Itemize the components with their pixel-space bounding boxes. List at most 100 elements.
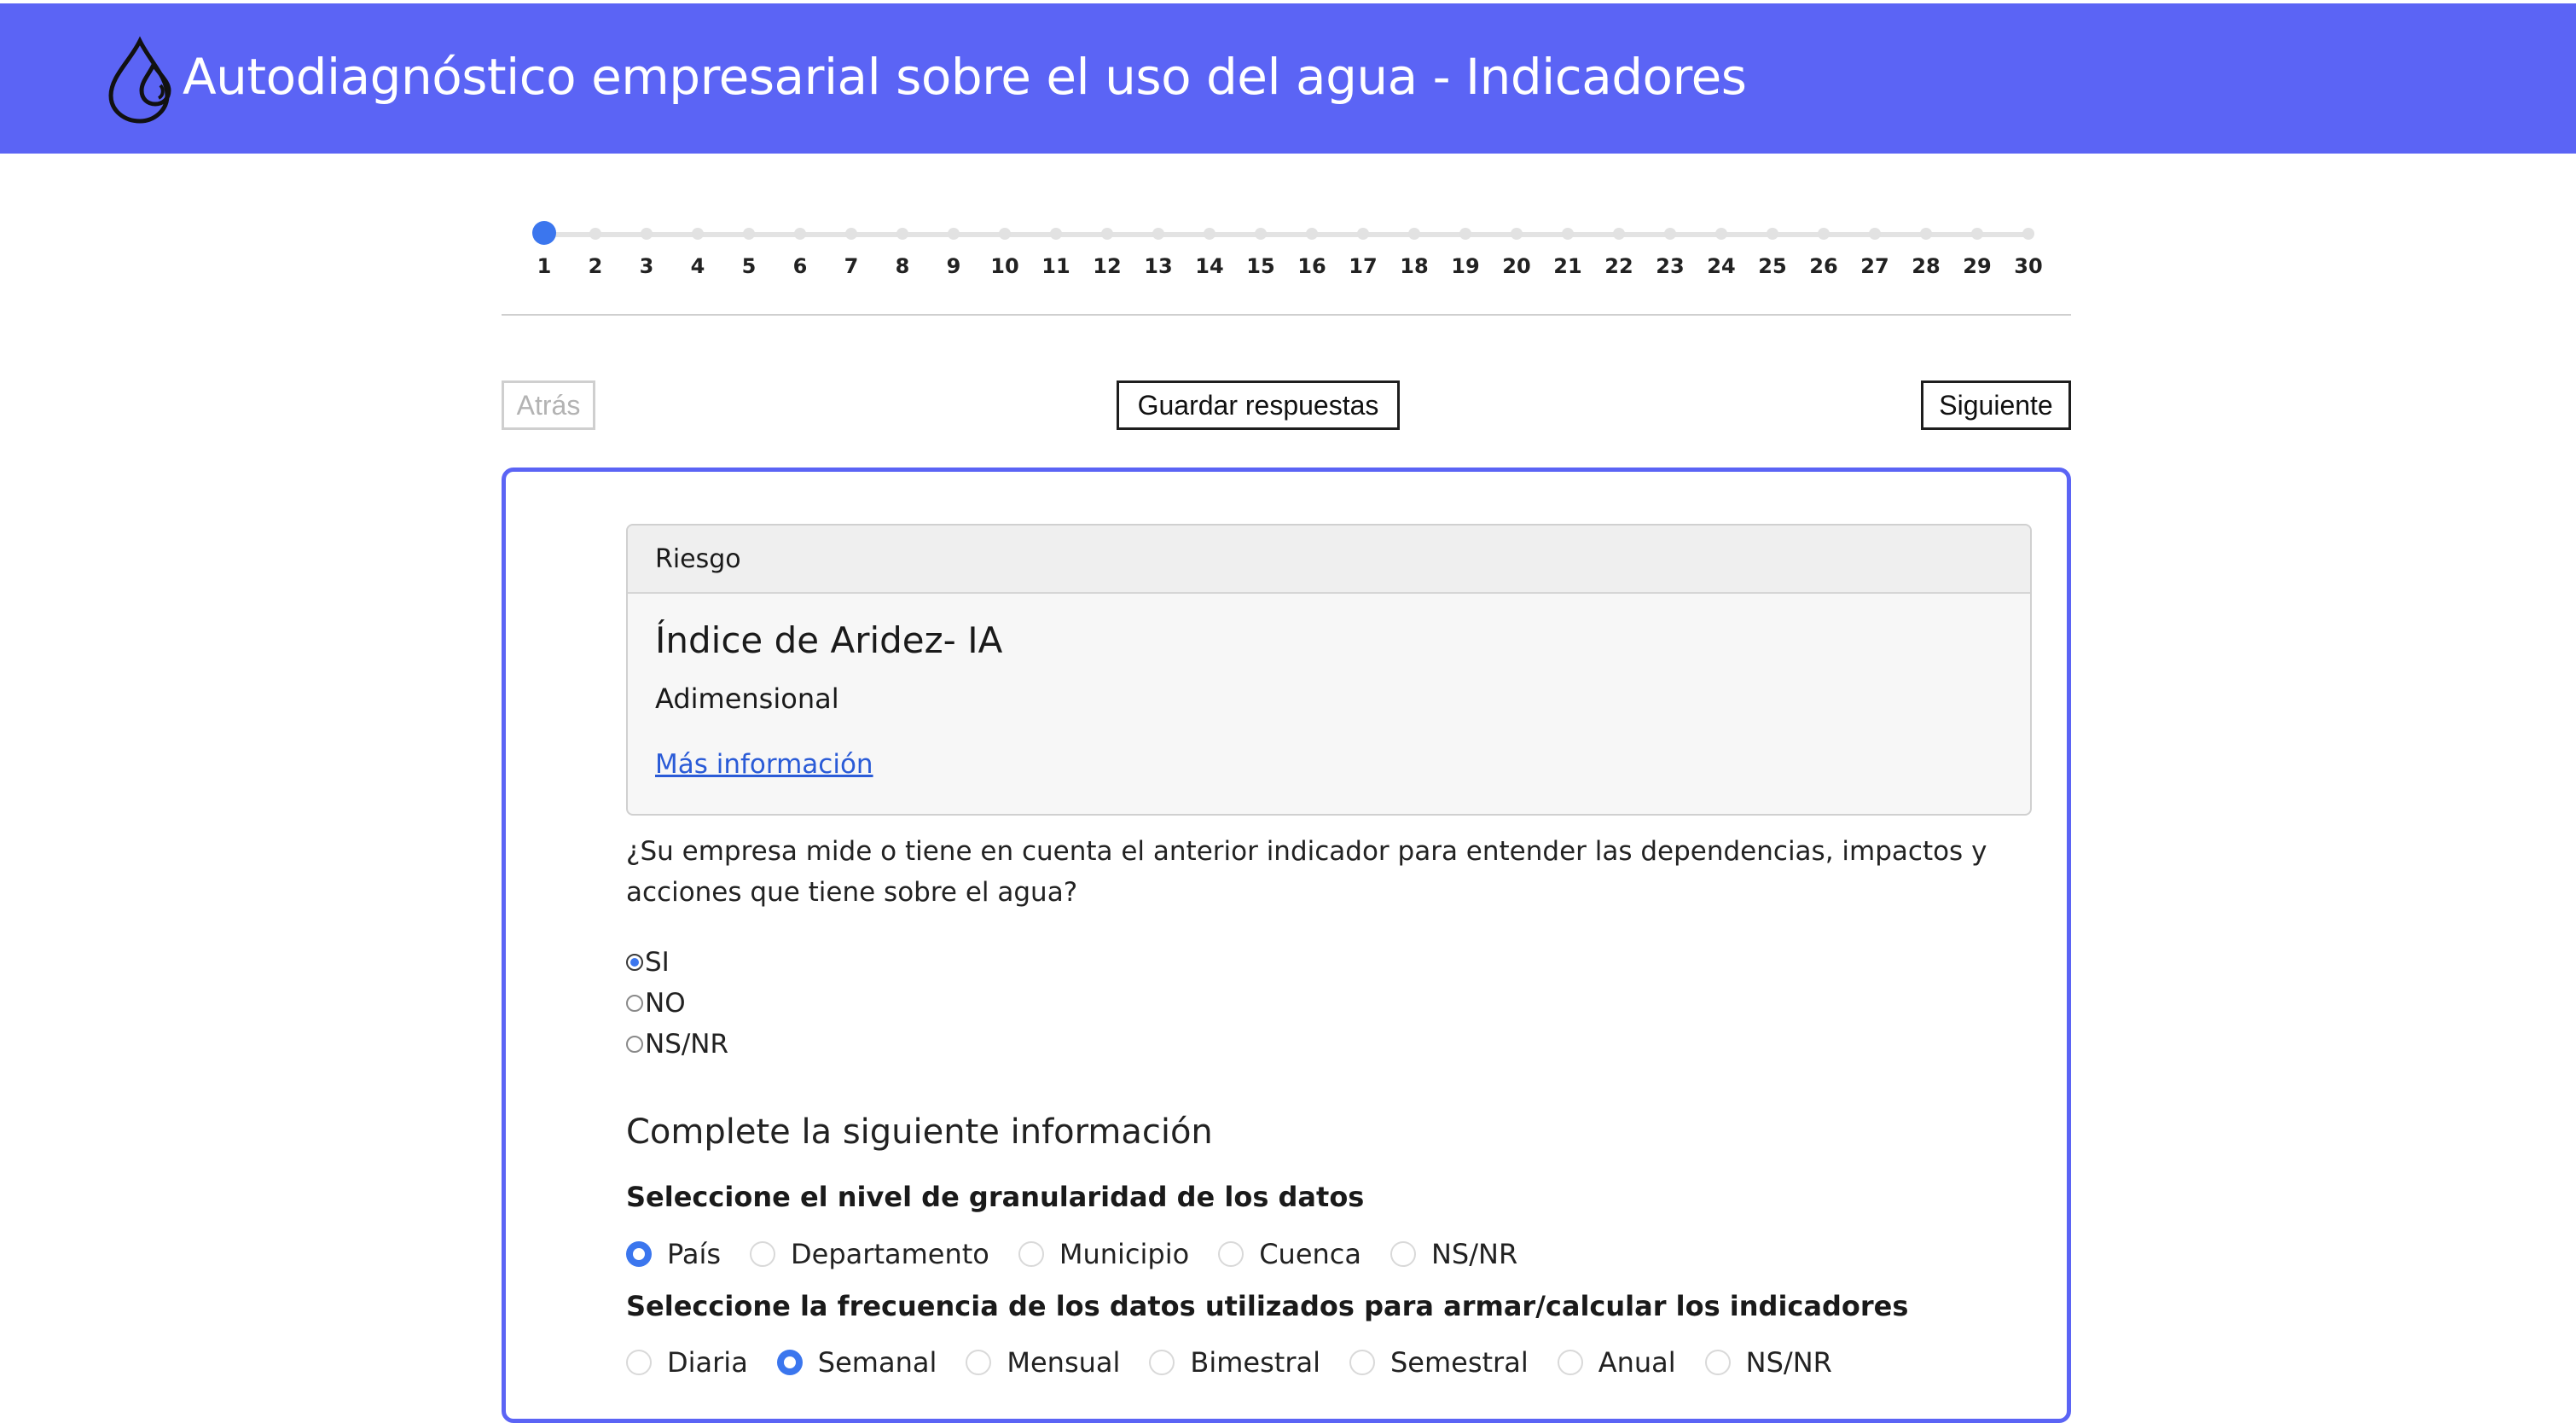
step-dot-27[interactable] xyxy=(1869,228,1881,240)
frequency-label-semestral: Semestral xyxy=(1390,1346,1529,1379)
step-dot-1[interactable] xyxy=(532,221,556,245)
frequency-radio-ns-nr[interactable] xyxy=(1704,1350,1731,1375)
frequency-radio-semestral[interactable] xyxy=(1349,1350,1375,1375)
step-dot-17[interactable] xyxy=(1357,228,1369,240)
step-number-13[interactable]: 13 xyxy=(1144,254,1172,278)
step-number-18[interactable]: 18 xyxy=(1400,254,1428,278)
frequency-option-bimestral[interactable]: Bimestral xyxy=(1149,1346,1320,1379)
frequency-option-anual[interactable]: Anual xyxy=(1557,1346,1676,1379)
step-dot-12[interactable] xyxy=(1101,228,1113,240)
frequency-radio-anual[interactable] xyxy=(1557,1350,1583,1375)
radio-no[interactable] xyxy=(626,995,643,1012)
step-dot-24[interactable] xyxy=(1715,228,1727,240)
step-number-2[interactable]: 2 xyxy=(589,254,603,278)
step-dot-25[interactable] xyxy=(1767,228,1778,240)
step-dot-30[interactable] xyxy=(2022,228,2034,240)
step-number-12[interactable]: 12 xyxy=(1093,254,1121,278)
radio-si[interactable] xyxy=(626,954,643,971)
frequency-radio-semanal[interactable] xyxy=(776,1350,803,1375)
step-dot-16[interactable] xyxy=(1306,228,1318,240)
option-si[interactable]: SI xyxy=(626,947,670,978)
step-number-10[interactable]: 10 xyxy=(990,254,1018,278)
next-button[interactable]: Siguiente xyxy=(1921,380,2071,430)
step-number-15[interactable]: 15 xyxy=(1246,254,1274,278)
option-no[interactable]: NO xyxy=(626,988,686,1019)
frequency-option-semanal[interactable]: Semanal xyxy=(776,1346,937,1379)
option-nsnr-label: NS/NR xyxy=(645,1029,729,1060)
step-dot-9[interactable] xyxy=(948,228,960,240)
step-number-8[interactable]: 8 xyxy=(896,254,910,278)
step-number-5[interactable]: 5 xyxy=(742,254,757,278)
step-dot-19[interactable] xyxy=(1459,228,1471,240)
frequency-option-ns-nr[interactable]: NS/NR xyxy=(1704,1346,1832,1379)
step-dot-6[interactable] xyxy=(794,228,806,240)
granularity-option-ns-nr[interactable]: NS/NR xyxy=(1390,1238,1517,1270)
radio-nsnr[interactable] xyxy=(626,1036,643,1053)
step-dot-21[interactable] xyxy=(1562,228,1574,240)
step-number-19[interactable]: 19 xyxy=(1451,254,1479,278)
step-dot-2[interactable] xyxy=(589,228,601,240)
indicator-card: Riesgo Índice de Aridez- IA Adimensional… xyxy=(626,524,2032,816)
step-number-6[interactable]: 6 xyxy=(793,254,808,278)
step-number-22[interactable]: 22 xyxy=(1604,254,1633,278)
step-dot-26[interactable] xyxy=(1818,228,1830,240)
frequency-option-diaria[interactable]: Diaria xyxy=(626,1346,748,1379)
step-dot-29[interactable] xyxy=(1971,228,1983,240)
step-dot-3[interactable] xyxy=(641,228,653,240)
frequency-radio-bimestral[interactable] xyxy=(1149,1350,1175,1375)
step-number-21[interactable]: 21 xyxy=(1553,254,1581,278)
step-dot-13[interactable] xyxy=(1152,228,1164,240)
more-info-link[interactable]: Más información xyxy=(655,749,873,780)
step-number-28[interactable]: 28 xyxy=(1912,254,1940,278)
step-number-29[interactable]: 29 xyxy=(1963,254,1991,278)
water-drops-icon xyxy=(108,36,171,124)
frequency-option-semestral[interactable]: Semestral xyxy=(1349,1346,1529,1379)
step-dot-18[interactable] xyxy=(1408,228,1420,240)
step-dot-11[interactable] xyxy=(1050,228,1062,240)
back-button[interactable]: Atrás xyxy=(502,380,595,430)
granularity-label: Seleccione el nivel de granularidad de l… xyxy=(626,1181,1365,1213)
granularity-radio-pais[interactable] xyxy=(626,1241,652,1267)
step-number-4[interactable]: 4 xyxy=(691,254,705,278)
frequency-radio-mensual[interactable] xyxy=(966,1350,992,1375)
step-number-26[interactable]: 26 xyxy=(1809,254,1837,278)
step-number-30[interactable]: 30 xyxy=(2014,254,2042,278)
step-number-17[interactable]: 17 xyxy=(1349,254,1377,278)
frequency-label-bimestral: Bimestral xyxy=(1190,1346,1320,1379)
save-answers-button[interactable]: Guardar respuestas xyxy=(1117,380,1400,430)
step-number-25[interactable]: 25 xyxy=(1758,254,1786,278)
step-dot-4[interactable] xyxy=(692,228,704,240)
step-dot-15[interactable] xyxy=(1255,228,1267,240)
granularity-radio-municipio[interactable] xyxy=(1018,1241,1044,1267)
step-dot-22[interactable] xyxy=(1613,228,1625,240)
granularity-option-departamento[interactable]: Departamento xyxy=(750,1238,989,1270)
granularity-radio-cuenca[interactable] xyxy=(1218,1241,1244,1267)
step-dot-5[interactable] xyxy=(743,228,755,240)
step-number-9[interactable]: 9 xyxy=(947,254,961,278)
granularity-option-cuenca[interactable]: Cuenca xyxy=(1218,1238,1361,1270)
option-nsnr[interactable]: NS/NR xyxy=(626,1029,728,1060)
step-dot-10[interactable] xyxy=(999,228,1011,240)
step-number-11[interactable]: 11 xyxy=(1041,254,1070,278)
step-dot-20[interactable] xyxy=(1511,228,1523,240)
step-dot-8[interactable] xyxy=(896,228,908,240)
frequency-radio-diaria[interactable] xyxy=(626,1350,652,1375)
step-number-27[interactable]: 27 xyxy=(1860,254,1888,278)
granularity-option-municipio[interactable]: Municipio xyxy=(1018,1238,1189,1270)
step-dot-7[interactable] xyxy=(845,228,857,240)
frequency-option-mensual[interactable]: Mensual xyxy=(966,1346,1120,1379)
step-number-3[interactable]: 3 xyxy=(640,254,654,278)
step-number-23[interactable]: 23 xyxy=(1656,254,1684,278)
step-dot-23[interactable] xyxy=(1664,228,1676,240)
step-number-1[interactable]: 1 xyxy=(537,254,552,278)
step-dot-28[interactable] xyxy=(1920,228,1932,240)
step-dot-14[interactable] xyxy=(1204,228,1215,240)
step-number-24[interactable]: 24 xyxy=(1707,254,1735,278)
step-number-16[interactable]: 16 xyxy=(1297,254,1326,278)
step-number-7[interactable]: 7 xyxy=(844,254,859,278)
granularity-radio-departamento[interactable] xyxy=(750,1241,776,1267)
step-number-20[interactable]: 20 xyxy=(1502,254,1530,278)
step-number-14[interactable]: 14 xyxy=(1195,254,1223,278)
granularity-radio-ns-nr[interactable] xyxy=(1390,1241,1416,1267)
granularity-option-pais[interactable]: País xyxy=(626,1238,721,1270)
